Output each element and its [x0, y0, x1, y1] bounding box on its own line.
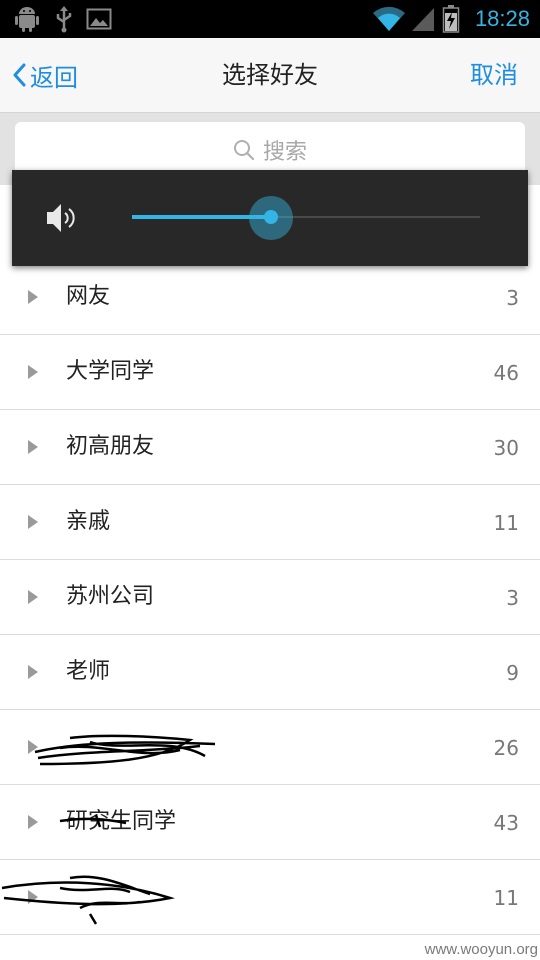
group-row[interactable]: 26 [0, 710, 540, 785]
group-count: 9 [506, 661, 519, 685]
expand-arrow-icon [28, 740, 38, 754]
battery-charging-icon [442, 0, 460, 38]
signal-icon [410, 0, 436, 38]
title-bar: 返回 选择好友 取消 [0, 38, 540, 113]
group-count: 26 [493, 736, 519, 760]
expand-arrow-icon [28, 590, 38, 604]
expand-arrow-icon [28, 890, 38, 904]
watermark: www.wooyun.org [424, 941, 538, 958]
group-count: 46 [493, 361, 519, 385]
group-count: 30 [493, 436, 519, 460]
wifi-icon [372, 0, 406, 38]
expand-arrow-icon [28, 815, 38, 829]
group-row[interactable]: 亲戚 11 [0, 485, 540, 560]
group-name: 网友 [66, 284, 111, 309]
expand-arrow-icon [28, 515, 38, 529]
group-row[interactable]: 老师 9 [0, 635, 540, 710]
group-row[interactable]: 大学同学 46 [0, 335, 540, 410]
group-row[interactable]: 初高朋友 30 [0, 410, 540, 485]
page-title: 选择好友 [222, 61, 318, 89]
search-icon [233, 140, 255, 161]
speaker-icon[interactable] [44, 200, 78, 236]
friend-group-list: 网友 3 大学同学 46 初高朋友 30 亲戚 11 苏州公司 3 老师 9 2… [0, 260, 540, 935]
expand-arrow-icon [28, 440, 38, 454]
volume-panel [12, 170, 528, 266]
image-notification-icon [86, 0, 112, 38]
group-count: 3 [506, 286, 519, 310]
group-name: 初高朋友 [66, 434, 155, 459]
cancel-button[interactable]: 取消 [470, 38, 518, 112]
expand-arrow-icon [28, 290, 38, 304]
group-row[interactable]: 苏州公司 3 [0, 560, 540, 635]
group-count: 11 [493, 511, 519, 535]
expand-arrow-icon [28, 365, 38, 379]
group-count: 11 [493, 886, 519, 910]
group-count: 43 [493, 811, 519, 835]
group-row[interactable]: 11 [0, 860, 540, 935]
group-name: 研究生同学 [66, 809, 177, 834]
group-row[interactable]: 研究生同学 43 [0, 785, 540, 860]
group-name: 亲戚 [66, 509, 111, 534]
expand-arrow-icon [28, 665, 38, 679]
search-placeholder: 搜索 [262, 140, 307, 165]
group-name: 苏州公司 [66, 584, 155, 609]
redaction-scribble [34, 734, 216, 766]
status-bar: 18:28 [0, 0, 540, 38]
group-count: 3 [506, 586, 519, 610]
clock: 18:28 [474, 6, 530, 31]
group-row[interactable]: 网友 3 [0, 260, 540, 335]
group-name: 老师 [66, 659, 111, 684]
group-name: 大学同学 [66, 359, 155, 384]
android-debug-icon [14, 0, 40, 38]
usb-icon [54, 0, 74, 38]
